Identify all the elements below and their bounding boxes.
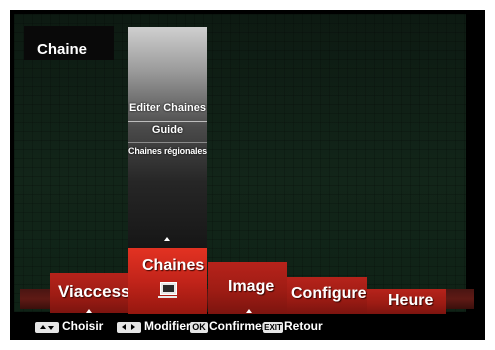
hint-retour: Retour <box>284 319 323 333</box>
tab-configurer[interactable]: Configurer <box>287 277 373 314</box>
hint-confirmer: Confirmer <box>209 319 267 333</box>
ok-key-icon: OK <box>190 322 208 333</box>
tab-viaccess[interactable]: Viaccess <box>50 273 131 313</box>
tab-heure[interactable]: Heure <box>367 289 446 314</box>
tab-label: Configurer <box>291 285 373 302</box>
submenu-column <box>128 27 207 249</box>
page-title: Chaine <box>37 41 88 58</box>
hint-modifier: Modifier <box>144 319 191 333</box>
tv-icon <box>160 282 177 295</box>
tab-label: Heure <box>388 292 434 309</box>
tab-label: Viaccess <box>58 282 131 301</box>
left-right-arrows-icon <box>117 322 141 333</box>
image-pointer-icon <box>246 309 252 313</box>
submenu-item-chaines-regionales[interactable]: Chaines régionales <box>128 142 207 159</box>
tv-stand <box>158 296 177 298</box>
submenu-item-editer-chaines[interactable]: Editer Chaines <box>128 100 207 116</box>
up-down-arrows-icon <box>35 322 59 333</box>
tab-label: Image <box>228 278 275 295</box>
tab-image[interactable]: Image <box>208 262 287 314</box>
tab-label: Chaines <box>142 257 205 274</box>
exit-key-icon: EXIT <box>263 322 283 333</box>
viaccess-pointer-icon <box>86 309 92 313</box>
tab-chaines[interactable]: Chaines <box>128 248 207 314</box>
footer-hints: Choisir Modifier OK Confirmer EXIT Retou… <box>22 318 472 340</box>
hint-choisir: Choisir <box>62 319 104 333</box>
tv-frame: Chaine Editer Chaines Guide Chaines régi… <box>0 0 495 350</box>
submenu-item-guide[interactable]: Guide <box>128 121 207 138</box>
scroll-up-icon <box>164 237 170 241</box>
